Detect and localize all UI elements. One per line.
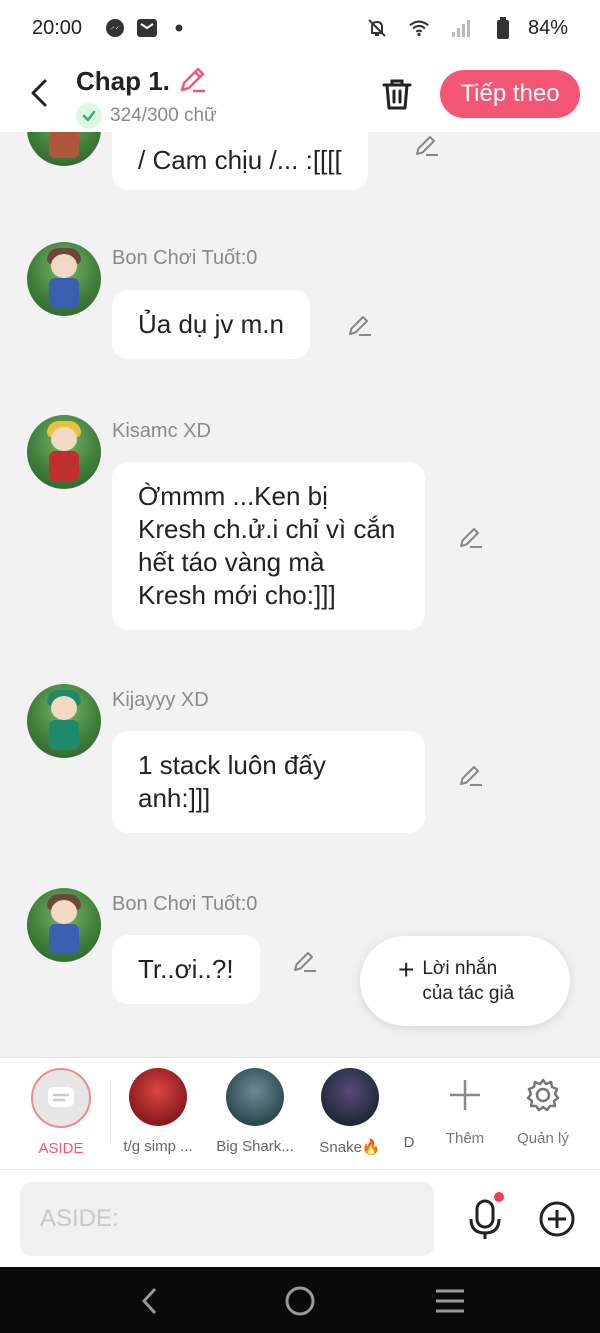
character-item[interactable]: D bbox=[397, 1134, 421, 1151]
add-character-button[interactable]: Thêm bbox=[430, 1070, 500, 1147]
status-time: 20:00 bbox=[32, 16, 83, 39]
author-note-button[interactable]: + Lời nhắn của tác giả bbox=[360, 936, 570, 1026]
manage-label: Quản lý bbox=[517, 1130, 569, 1147]
mic-button[interactable] bbox=[466, 1192, 504, 1242]
nav-recents-icon bbox=[436, 1289, 464, 1313]
message-bubble[interactable]: Tr..ơi..?! bbox=[112, 935, 260, 1004]
plus-icon bbox=[450, 1080, 480, 1110]
message-bubble[interactable]: / Cam chịu /... :[[[[ bbox=[112, 132, 368, 190]
character-label: Big Shark... bbox=[216, 1138, 294, 1155]
avatar[interactable] bbox=[27, 415, 101, 489]
edit-message-button[interactable] bbox=[347, 312, 373, 338]
character-strip: ASIDE t/g simp ... Big Shark... Snake🔥 D… bbox=[0, 1057, 600, 1169]
pencil-icon bbox=[294, 952, 316, 972]
character-item[interactable]: t/g simp ... bbox=[113, 1068, 203, 1155]
message-bubble[interactable]: Ủa dụ jv m.n bbox=[112, 290, 310, 359]
edit-title-button[interactable] bbox=[178, 64, 208, 99]
edit-message-button[interactable] bbox=[414, 132, 440, 158]
check-icon bbox=[76, 103, 102, 129]
aside-avatar bbox=[31, 1068, 91, 1128]
message-text: / Cam chịu /... :[[[[ bbox=[138, 145, 342, 175]
character-name: Kijayyy XD bbox=[112, 689, 209, 711]
avatar[interactable] bbox=[27, 132, 101, 166]
avatar bbox=[226, 1068, 284, 1126]
dot-icon bbox=[168, 17, 190, 39]
edit-message-button[interactable] bbox=[458, 762, 484, 788]
manage-button[interactable]: Quản lý bbox=[508, 1070, 578, 1147]
message-text: Ủa dụ jv m.n bbox=[138, 309, 284, 339]
character-label: t/g simp ... bbox=[123, 1138, 193, 1155]
nav-back-icon bbox=[141, 1287, 157, 1315]
notification-dot bbox=[494, 1192, 504, 1202]
character-label: ASIDE bbox=[38, 1140, 84, 1157]
battery-icon bbox=[492, 17, 514, 39]
system-nav-bar bbox=[0, 1267, 600, 1333]
pencil-icon bbox=[460, 766, 482, 786]
pencil-icon bbox=[180, 67, 205, 93]
plus-icon: + bbox=[398, 954, 415, 985]
chat-bubble-icon bbox=[48, 1087, 74, 1107]
nav-home-button[interactable] bbox=[282, 1283, 318, 1319]
word-count: 324/300 chữ bbox=[110, 105, 217, 126]
character-aside[interactable]: ASIDE bbox=[16, 1068, 106, 1157]
pencil-icon bbox=[460, 528, 482, 548]
signal-icon bbox=[450, 17, 472, 39]
avatar bbox=[321, 1068, 379, 1126]
edit-message-button[interactable] bbox=[458, 524, 484, 550]
add-label: Thêm bbox=[445, 1130, 485, 1147]
delete-button[interactable] bbox=[378, 74, 416, 114]
pencil-icon bbox=[416, 136, 438, 156]
nav-back-button[interactable] bbox=[132, 1283, 168, 1319]
input-bar bbox=[0, 1169, 600, 1267]
character-name: Kisamc XD bbox=[112, 420, 211, 442]
character-label: D bbox=[403, 1134, 415, 1151]
battery-percent: 84% bbox=[527, 16, 568, 39]
author-note-label: Lời nhắn của tác giả bbox=[422, 958, 515, 1004]
avatar bbox=[129, 1068, 187, 1126]
character-label: Snake🔥 bbox=[319, 1139, 381, 1156]
chevron-left-icon bbox=[31, 79, 47, 107]
avatar[interactable] bbox=[27, 242, 101, 316]
message-input[interactable] bbox=[20, 1182, 434, 1256]
mail-icon bbox=[136, 17, 158, 39]
editor-header: Chap 1. 324/300 chữ Tiếp theo bbox=[0, 56, 600, 132]
wifi-icon bbox=[408, 17, 430, 39]
back-button[interactable] bbox=[22, 76, 56, 110]
next-button[interactable]: Tiếp theo bbox=[440, 70, 580, 118]
character-name: Bon Chơi Tuốt:0 bbox=[112, 893, 258, 915]
character-item[interactable]: Big Shark... bbox=[207, 1068, 303, 1155]
microphone-icon bbox=[469, 1199, 501, 1239]
avatar[interactable] bbox=[27, 684, 101, 758]
add-button[interactable] bbox=[538, 1200, 576, 1238]
divider bbox=[110, 1080, 111, 1142]
plus-circle-icon bbox=[539, 1201, 575, 1237]
message-list[interactable]: / Cam chịu /... :[[[[ Bon Chơi Tuốt:0 Ủa… bbox=[0, 132, 600, 1057]
character-name: Bon Chơi Tuốt:0 bbox=[112, 247, 258, 269]
nav-home-icon bbox=[285, 1286, 315, 1316]
edit-message-button[interactable] bbox=[292, 948, 318, 974]
message-text: Ờmmm ...Ken bị Kresh ch.ử.i chỉ vì cắn h… bbox=[138, 481, 396, 610]
avatar[interactable] bbox=[27, 888, 101, 962]
trash-icon bbox=[382, 79, 412, 110]
message-text: Tr..ơi..?! bbox=[138, 954, 234, 984]
messenger-icon bbox=[104, 17, 126, 39]
chapter-title: Chap 1. bbox=[76, 66, 170, 96]
status-bar: 20:00 84% bbox=[0, 0, 600, 56]
title-block: Chap 1. 324/300 chữ bbox=[76, 64, 217, 129]
nav-recents-button[interactable] bbox=[432, 1283, 468, 1319]
gear-icon bbox=[526, 1078, 560, 1112]
message-bubble[interactable]: 1 stack luôn đấy anh:]]] bbox=[112, 731, 425, 833]
message-text: 1 stack luôn đấy anh:]]] bbox=[138, 750, 326, 813]
bell-off-icon bbox=[366, 17, 388, 39]
pencil-icon bbox=[349, 316, 371, 336]
character-item[interactable]: Snake🔥 bbox=[305, 1068, 395, 1156]
message-bubble[interactable]: Ờmmm ...Ken bị Kresh ch.ử.i chỉ vì cắn h… bbox=[112, 462, 425, 630]
